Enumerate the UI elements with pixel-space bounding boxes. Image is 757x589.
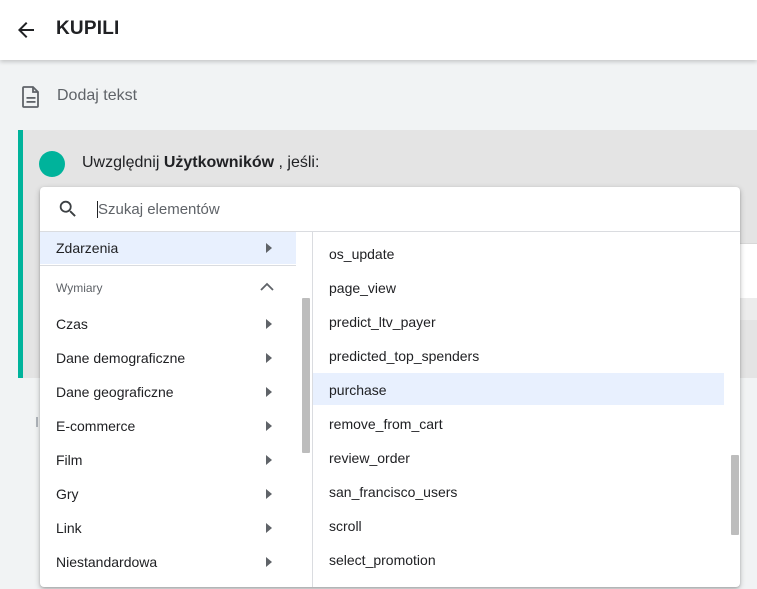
chevron-right-icon (266, 455, 272, 465)
event-item[interactable]: remove_from_cart (313, 407, 724, 439)
section-header-wymiary[interactable]: Wymiary (40, 268, 296, 304)
dimension-label: Niestandardowa (56, 554, 158, 570)
dimension-item-dane-demograficzne[interactable]: Dane demograficzne (40, 342, 296, 374)
chevron-right-icon (266, 243, 272, 253)
condition-suffix: , jeśli: (278, 154, 320, 171)
search-icon (59, 200, 76, 217)
condition-text: Uwzględnij Użytkowników , jeśli: (82, 154, 319, 172)
chevron-right-icon (266, 523, 272, 533)
category-list: Zdarzenia Wymiary Czas Dane demograficzn… (40, 232, 312, 587)
event-list: os_update page_view predict_ltv_payer pr… (313, 232, 740, 587)
add-group-marker (36, 417, 38, 427)
event-label: page_view (329, 280, 396, 296)
dimension-item-link[interactable]: Link (40, 512, 296, 544)
dimension-label: Gry (56, 486, 79, 502)
page-title: KUPILI (56, 18, 120, 39)
chevron-right-icon (266, 489, 272, 499)
event-label: predicted_top_spenders (329, 348, 480, 364)
category-label: Zdarzenia (56, 240, 119, 256)
event-item[interactable]: scroll (313, 509, 724, 541)
dimension-item-e-commerce[interactable]: E-commerce (40, 410, 296, 442)
element-picker-dropdown: Zdarzenia Wymiary Czas Dane demograficzn… (40, 187, 740, 587)
category-scrollbar-thumb[interactable] (302, 298, 310, 453)
chevron-right-icon (266, 557, 272, 567)
arrow-back-icon[interactable] (14, 18, 38, 42)
event-label: predict_ltv_payer (329, 314, 436, 330)
chevron-up-icon[interactable] (259, 281, 275, 293)
event-item-selected[interactable]: purchase (313, 373, 724, 405)
event-item[interactable]: review_order (313, 441, 724, 473)
dimension-label: Dane demograficzne (56, 350, 186, 366)
chevron-right-icon (266, 387, 272, 397)
dimension-label: Film (56, 452, 83, 468)
picker-search-row (40, 187, 740, 232)
dimension-label: Dane geograficzne (56, 384, 174, 400)
event-scrollbar-thumb[interactable] (731, 455, 739, 535)
description-row[interactable]: Dodaj tekst (0, 62, 757, 128)
add-description-text[interactable]: Dodaj tekst (57, 87, 137, 105)
dimension-item-film[interactable]: Film (40, 444, 296, 476)
section-divider (40, 265, 296, 266)
event-label: remove_from_cart (329, 416, 443, 432)
event-label: review_order (329, 450, 410, 466)
top-app-bar: KUPILI (0, 0, 757, 60)
condition-subject[interactable]: Użytkowników (164, 154, 274, 171)
event-label: scroll (329, 518, 362, 534)
event-item[interactable]: page_view (313, 271, 724, 303)
document-icon (22, 86, 39, 108)
chevron-right-icon (266, 421, 272, 431)
dimension-label: Czas (56, 316, 88, 332)
event-label: os_update (329, 246, 395, 262)
category-item-zdarzenia[interactable]: Zdarzenia (40, 232, 296, 264)
event-item[interactable]: os_update (313, 237, 724, 269)
event-label: san_francisco_users (329, 484, 458, 500)
chevron-right-icon (266, 353, 272, 363)
picker-search-input[interactable] (98, 197, 698, 221)
event-label: select_promotion (329, 552, 436, 568)
text-caret (97, 201, 98, 218)
event-item[interactable]: san_francisco_users (313, 475, 724, 507)
event-item[interactable]: predicted_top_spenders (313, 339, 724, 371)
condition-accent-bar (18, 130, 23, 378)
event-item[interactable]: predict_ltv_payer (313, 305, 724, 337)
condition-prefix: Uwzględnij (82, 154, 160, 171)
dimension-item-gry[interactable]: Gry (40, 478, 296, 510)
dimension-item-niestandardowa[interactable]: Niestandardowa (40, 546, 296, 578)
chevron-right-icon (266, 319, 272, 329)
dimension-item-czas[interactable]: Czas (40, 308, 296, 340)
dimension-item-dane-geograficzne[interactable]: Dane geograficzne (40, 376, 296, 408)
condition-status-dot (39, 151, 65, 177)
event-label: purchase (329, 382, 387, 398)
section-label: Wymiary (56, 281, 103, 295)
dimension-label: Link (56, 520, 82, 536)
event-item[interactable]: select_promotion (313, 543, 724, 575)
dimension-label: E-commerce (56, 418, 136, 434)
